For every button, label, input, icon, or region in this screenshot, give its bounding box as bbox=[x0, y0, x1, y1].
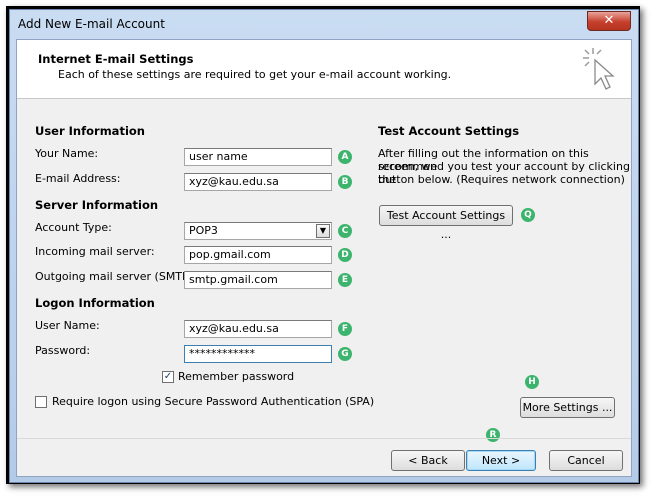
close-button[interactable]: ✕ bbox=[587, 11, 631, 31]
user-info-title: User Information bbox=[35, 124, 145, 138]
account-type-value: POP3 bbox=[189, 224, 218, 237]
badge-c: C bbox=[338, 224, 352, 238]
header-subtitle: Each of these settings are required to g… bbox=[58, 68, 452, 81]
dialog-window: Add New E-mail Account ✕ Internet E-mail… bbox=[9, 9, 639, 483]
badge-b: B bbox=[338, 175, 352, 189]
logon-info-title: Logon Information bbox=[35, 296, 155, 310]
outgoing-server-input[interactable]: smtp.gmail.com bbox=[184, 271, 332, 289]
footer-divider bbox=[17, 438, 631, 439]
test-account-settings-button[interactable]: Test Account Settings ... bbox=[379, 205, 513, 241]
email-address-label: E-mail Address: bbox=[35, 172, 121, 185]
badge-e: E bbox=[338, 273, 352, 287]
close-icon: ✕ bbox=[603, 13, 615, 28]
badge-h: H bbox=[525, 375, 539, 389]
badge-f: F bbox=[338, 322, 352, 336]
spa-checkbox[interactable] bbox=[35, 396, 47, 408]
password-input[interactable]: ************ bbox=[184, 345, 332, 363]
user-name-label: User Name: bbox=[35, 319, 100, 332]
dialog-content: Internet E-mail Settings Each of these s… bbox=[16, 39, 632, 477]
incoming-server-input[interactable]: pop.gmail.com bbox=[184, 246, 332, 264]
badge-d: D bbox=[338, 248, 352, 262]
email-address-input[interactable]: xyz@kau.edu.sa bbox=[184, 173, 332, 191]
badge-a: A bbox=[338, 150, 352, 164]
badge-r: R bbox=[486, 428, 500, 442]
test-settings-title: Test Account Settings bbox=[378, 124, 520, 138]
account-type-select[interactable]: POP3 ▼ bbox=[184, 222, 332, 240]
cancel-button[interactable]: Cancel bbox=[549, 450, 623, 471]
account-type-label: Account Type: bbox=[35, 221, 112, 234]
title-bar: Add New E-mail Account ✕ bbox=[10, 10, 638, 39]
password-label: Password: bbox=[35, 344, 91, 357]
badge-g: G bbox=[338, 347, 352, 361]
remember-password-checkbox[interactable]: ✓ bbox=[162, 371, 174, 383]
incoming-server-label: Incoming mail server: bbox=[35, 245, 155, 258]
window-title: Add New E-mail Account bbox=[18, 17, 165, 31]
your-name-input[interactable]: user name bbox=[184, 148, 332, 166]
outgoing-server-label: Outgoing mail server (SMTP): bbox=[35, 270, 197, 283]
remember-password-label: Remember password bbox=[178, 370, 295, 383]
badge-q: Q bbox=[521, 208, 535, 222]
next-button[interactable]: Next > bbox=[466, 450, 536, 471]
more-settings-button[interactable]: More Settings ... bbox=[520, 397, 615, 418]
back-button[interactable]: < Back bbox=[391, 450, 465, 471]
cursor-click-icon bbox=[583, 48, 615, 90]
header-title: Internet E-mail Settings bbox=[38, 52, 194, 66]
dropdown-arrow-icon[interactable]: ▼ bbox=[316, 224, 330, 238]
your-name-label: Your Name: bbox=[35, 147, 99, 160]
test-description-line-3: button below. (Requires network connecti… bbox=[378, 173, 625, 186]
dialog-header: Internet E-mail Settings Each of these s… bbox=[17, 40, 631, 99]
spa-label: Require logon using Secure Password Auth… bbox=[52, 395, 375, 408]
server-info-title: Server Information bbox=[35, 198, 159, 212]
user-name-input[interactable]: xyz@kau.edu.sa bbox=[184, 320, 332, 338]
